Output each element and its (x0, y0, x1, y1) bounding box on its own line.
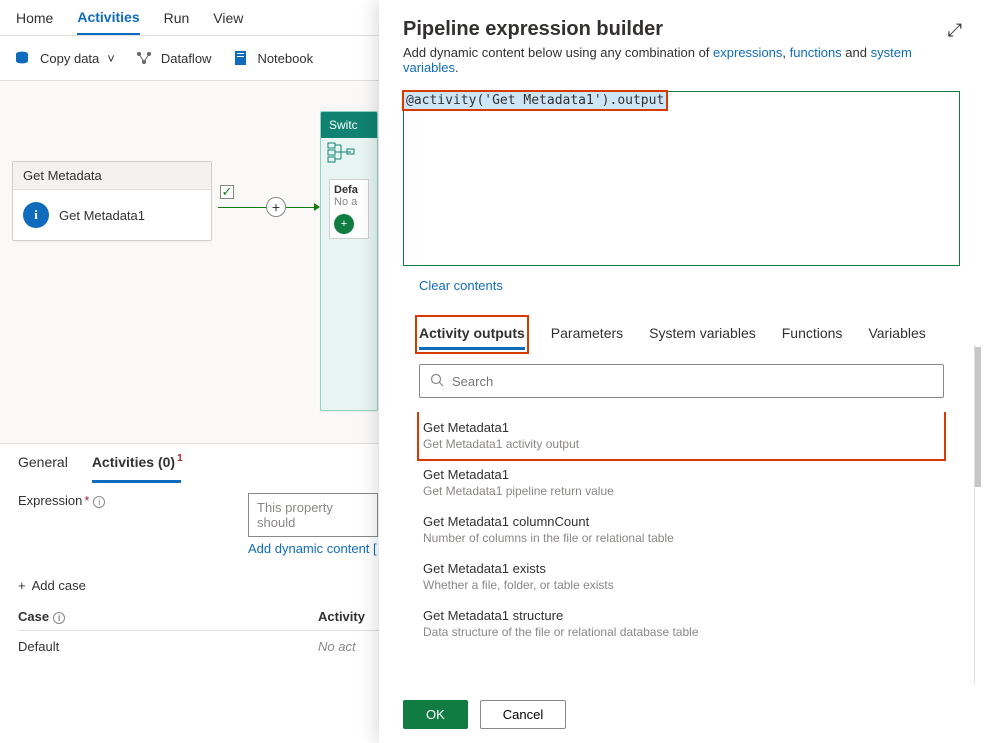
expression-textarea[interactable]: This property should (248, 493, 378, 537)
cat-tab-functions[interactable]: Functions (782, 319, 843, 350)
expression-label: Expression (18, 493, 82, 508)
expressions-link[interactable]: expressions (713, 45, 782, 60)
output-item-subtitle: Get Metadata1 pipeline return value (423, 484, 940, 498)
search-box[interactable] (419, 364, 944, 398)
ribbon-tab-activities[interactable]: Activities (77, 1, 139, 35)
functions-link[interactable]: functions (790, 45, 842, 60)
output-item-pipeline-return[interactable]: Get Metadata1 Get Metadata1 pipeline ret… (419, 459, 944, 506)
add-activity-icon[interactable]: + (266, 197, 286, 217)
clear-contents-link[interactable]: Clear contents (419, 278, 984, 293)
case-no-activity-label: No act (318, 639, 356, 654)
activity-output-list[interactable]: Get Metadata1 Get Metadata1 activity out… (379, 412, 974, 686)
get-metadata-header: Get Metadata (13, 162, 211, 190)
switch-no-activity-label: No a (334, 196, 364, 208)
expression-text[interactable]: @activity('Get Metadata1').output (404, 92, 666, 109)
success-check-icon: ✓ (220, 185, 234, 199)
activity-column-header: Activity (318, 609, 365, 624)
switch-icon (321, 138, 377, 171)
help-icon[interactable]: i (93, 496, 105, 508)
output-item-subtitle: Number of columns in the file or relatio… (423, 531, 940, 545)
required-asterisk-icon: * (84, 493, 89, 508)
cat-tab-system-variables[interactable]: System variables (649, 319, 756, 350)
tab-activities[interactable]: Activities (0)1 (92, 444, 181, 483)
add-dynamic-content-link[interactable]: Add dynamic content [ (248, 541, 378, 556)
ribbon-tab-run[interactable]: Run (164, 2, 190, 34)
output-item-title: Get Metadata1 exists (423, 561, 940, 576)
dataflow-icon (135, 49, 153, 67)
expand-icon[interactable]: ⤢ (948, 20, 962, 41)
ok-button[interactable]: OK (403, 700, 468, 729)
notebook-button[interactable]: Notebook (231, 49, 313, 67)
copy-data-icon (14, 49, 32, 67)
get-metadata-node[interactable]: Get Metadata i Get Metadata1 (12, 161, 212, 241)
switch-node[interactable]: Switc Defa No a + (320, 111, 378, 411)
case-column-header: Case (18, 609, 49, 624)
add-case-button[interactable]: +Add case (18, 578, 86, 593)
get-metadata-name: Get Metadata1 (59, 208, 145, 223)
output-item-title: Get Metadata1 columnCount (423, 514, 940, 529)
search-input[interactable] (452, 374, 933, 389)
cat-tab-parameters[interactable]: Parameters (551, 319, 623, 350)
plus-icon: + (18, 578, 26, 593)
dataflow-label: Dataflow (161, 51, 212, 66)
switch-node-header: Switc (321, 112, 377, 138)
flyout-description: Add dynamic content below using any comb… (403, 45, 960, 75)
output-item-column-count[interactable]: Get Metadata1 columnCount Number of colu… (419, 506, 944, 553)
expression-builder-flyout: ⤢ Pipeline expression builder Add dynami… (379, 0, 984, 743)
search-icon (430, 373, 444, 390)
output-item-exists[interactable]: Get Metadata1 exists Whether a file, fol… (419, 553, 944, 600)
output-item-title: Get Metadata1 (423, 420, 940, 435)
switch-default-label: Defa (334, 184, 364, 196)
output-item-subtitle: Get Metadata1 activity output (423, 437, 940, 451)
copy-data-label: Copy data (40, 51, 99, 66)
scrollbar-thumb[interactable] (975, 347, 981, 487)
flyout-title: Pipeline expression builder (403, 18, 960, 41)
chevron-down-icon: ˅ (107, 51, 115, 66)
output-item-activity-output[interactable]: Get Metadata1 Get Metadata1 activity out… (419, 412, 944, 459)
ribbon-tab-home[interactable]: Home (16, 2, 53, 34)
notebook-icon (231, 49, 249, 67)
copy-data-button[interactable]: Copy data ˅ (14, 49, 115, 67)
output-item-structure[interactable]: Get Metadata1 structure Data structure o… (419, 600, 944, 647)
dataflow-button[interactable]: Dataflow (135, 49, 212, 67)
expression-editor[interactable]: @activity('Get Metadata1').output (403, 91, 960, 266)
switch-add-icon[interactable]: + (334, 214, 354, 234)
help-icon[interactable]: i (53, 612, 65, 624)
output-item-subtitle: Data structure of the file or relational… (423, 625, 940, 639)
scrollbar[interactable] (974, 345, 982, 683)
cat-tab-activity-outputs[interactable]: Activity outputs (419, 319, 525, 350)
cat-tab-variables[interactable]: Variables (868, 319, 925, 350)
output-item-title: Get Metadata1 structure (423, 608, 940, 623)
ribbon-tab-view[interactable]: View (213, 2, 243, 34)
cancel-button[interactable]: Cancel (480, 700, 566, 729)
tab-general[interactable]: General (18, 444, 68, 483)
category-tabs: Activity outputs Parameters System varia… (379, 319, 984, 350)
info-icon: i (23, 202, 49, 228)
notebook-label: Notebook (257, 51, 313, 66)
output-item-title: Get Metadata1 (423, 467, 940, 482)
case-default-label: Default (18, 639, 318, 654)
output-item-subtitle: Whether a file, folder, or table exists (423, 578, 940, 592)
switch-default-card: Defa No a + (329, 179, 369, 239)
activities-badge: 1 (177, 453, 183, 464)
